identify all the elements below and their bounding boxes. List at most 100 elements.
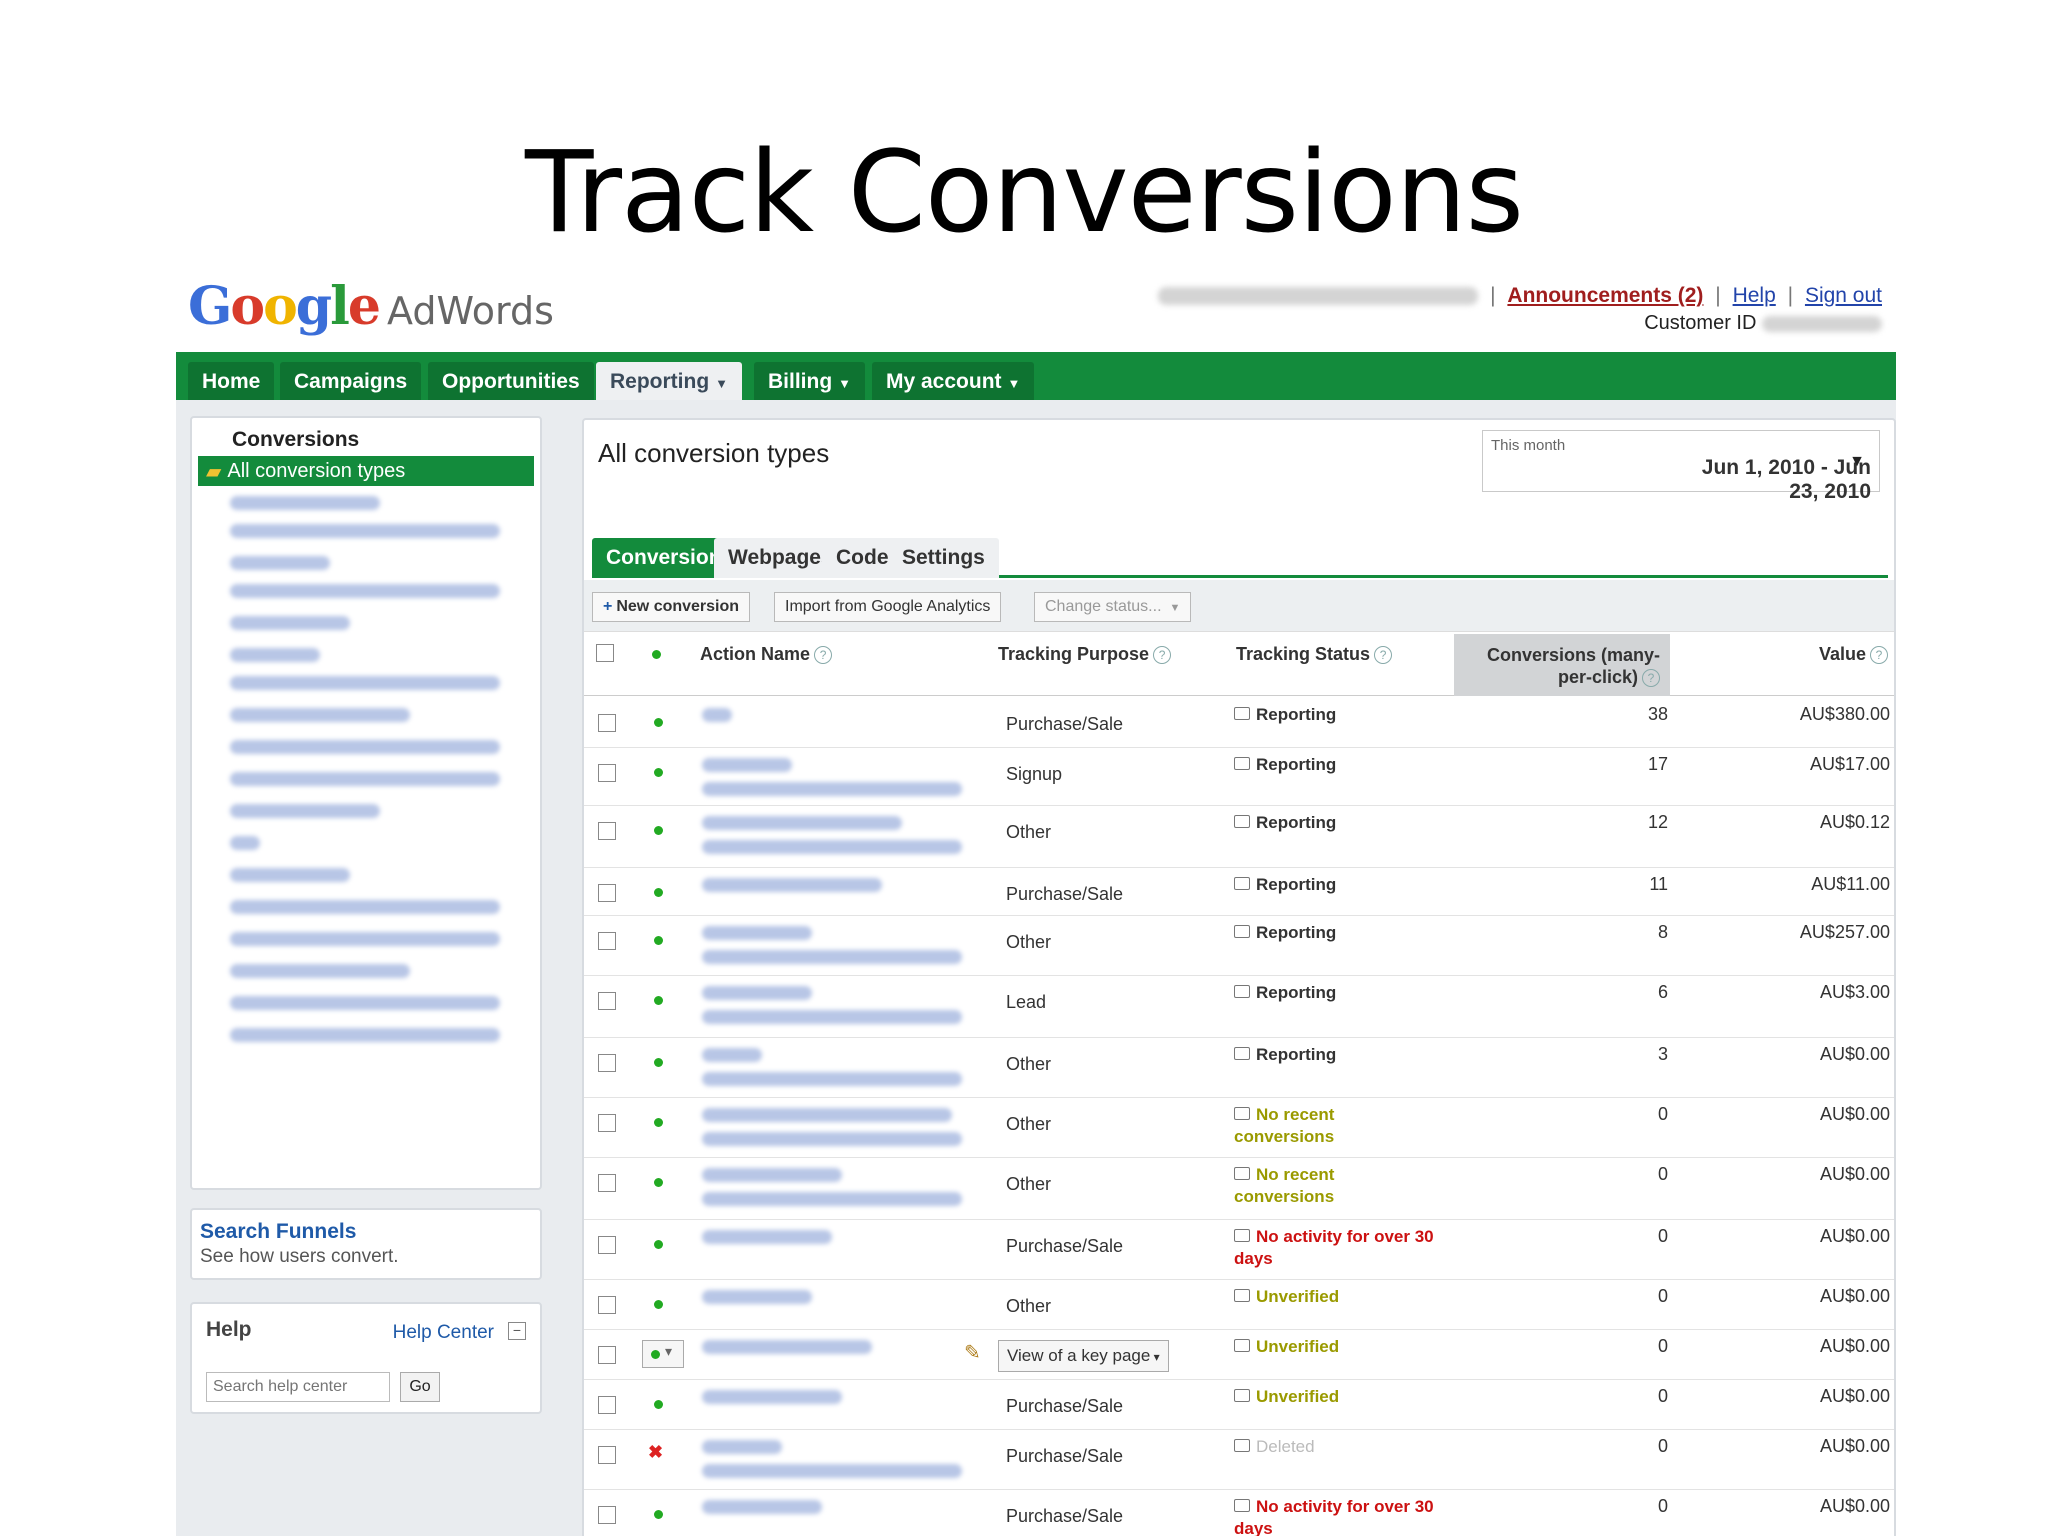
row-checkbox[interactable]: [598, 1446, 616, 1464]
nav-tab-reporting[interactable]: Reporting ▼: [596, 362, 743, 400]
nav-tab-home[interactable]: Home: [188, 362, 275, 400]
table-row[interactable]: Other Reporting 8 AU$257.00: [584, 916, 1894, 976]
action-name-redacted[interactable]: [702, 926, 812, 940]
col-action-name[interactable]: Action Name?: [700, 644, 833, 665]
tree-item-redacted[interactable]: [230, 496, 380, 510]
tree-item-redacted[interactable]: [230, 676, 500, 690]
action-name-redacted[interactable]: [702, 840, 962, 854]
status-dropdown[interactable]: ▾: [642, 1340, 684, 1368]
table-row[interactable]: ✖ Purchase/Sale Deleted 0 AU$0.00: [584, 1430, 1894, 1490]
nav-tab-my-account[interactable]: My account ▼: [872, 362, 1035, 400]
table-row[interactable]: Other Unverified 0 AU$0.00: [584, 1280, 1894, 1330]
row-checkbox[interactable]: [598, 1236, 616, 1254]
table-row[interactable]: Purchase/Sale Reporting 38 AU$380.00: [584, 698, 1894, 748]
table-row[interactable]: ▾ ✎ View of a key page ▾ Unverified 0 AU$0.00: [584, 1330, 1894, 1380]
date-range-selector[interactable]: This month Jun 1, 2010 - Jun 23, 2010 ▼: [1482, 430, 1880, 503]
tree-item-redacted[interactable]: [230, 1028, 500, 1042]
help-search-input[interactable]: [206, 1372, 390, 1402]
help-go-button[interactable]: Go: [400, 1372, 440, 1402]
google-adwords-logo[interactable]: Google AdWords: [188, 276, 554, 337]
minimize-icon[interactable]: −: [508, 1322, 526, 1340]
row-checkbox[interactable]: [598, 1174, 616, 1192]
action-name-redacted[interactable]: [702, 1072, 962, 1086]
row-checkbox[interactable]: [598, 822, 616, 840]
table-row[interactable]: Other Reporting 3 AU$0.00: [584, 1038, 1894, 1098]
help-icon[interactable]: ?: [814, 646, 833, 665]
tree-item-redacted[interactable]: [230, 932, 500, 946]
table-row[interactable]: Lead Reporting 6 AU$3.00: [584, 976, 1894, 1038]
row-checkbox[interactable]: [598, 932, 616, 950]
col-tracking-purpose[interactable]: Tracking Purpose?: [998, 644, 1172, 665]
nav-tab-billing[interactable]: Billing ▼: [754, 362, 866, 400]
tree-item-redacted[interactable]: [230, 584, 500, 598]
action-name-redacted[interactable]: [702, 1108, 952, 1122]
nav-tab-campaigns[interactable]: Campaigns: [280, 362, 422, 400]
table-row[interactable]: Signup Reporting 17 AU$17.00: [584, 748, 1894, 806]
row-checkbox[interactable]: [598, 1346, 616, 1364]
search-funnels-link[interactable]: Search Funnels: [200, 1220, 532, 1244]
row-checkbox[interactable]: [598, 884, 616, 902]
row-checkbox[interactable]: [598, 1054, 616, 1072]
action-name-redacted[interactable]: [702, 986, 812, 1000]
action-name-redacted[interactable]: [702, 1390, 842, 1404]
tree-item-redacted[interactable]: [230, 524, 500, 538]
tree-item-redacted[interactable]: [230, 868, 350, 882]
table-row[interactable]: Purchase/Sale No activity for over 30 day…: [584, 1220, 1894, 1280]
row-checkbox[interactable]: [598, 1506, 616, 1524]
col-tracking-status[interactable]: Tracking Status?: [1236, 644, 1393, 665]
tree-item-redacted[interactable]: [230, 708, 410, 722]
sign-out-link[interactable]: Sign out: [1805, 284, 1882, 307]
nav-tab-opportunities[interactable]: Opportunities: [428, 362, 594, 400]
table-row[interactable]: Purchase/Sale No activity for over 30 day…: [584, 1490, 1894, 1536]
row-checkbox[interactable]: [598, 992, 616, 1010]
import-analytics-button[interactable]: Import from Google Analytics: [774, 592, 1002, 622]
action-name-redacted[interactable]: [702, 1192, 962, 1206]
col-conversions[interactable]: Conversions (many-per-click)?: [1474, 644, 1660, 688]
tree-item-redacted[interactable]: [230, 836, 260, 850]
change-status-dropdown[interactable]: Change status... ▼: [1034, 592, 1192, 622]
tracking-purpose-select[interactable]: View of a key page ▾: [998, 1340, 1169, 1372]
tree-item-redacted[interactable]: [230, 556, 330, 570]
table-row[interactable]: Other Reporting 12 AU$0.12: [584, 806, 1894, 868]
tree-item-redacted[interactable]: [230, 996, 500, 1010]
help-center-link[interactable]: Help Center: [393, 1322, 494, 1344]
action-name-redacted[interactable]: [702, 1464, 962, 1478]
action-name-redacted[interactable]: [702, 1440, 782, 1454]
row-checkbox[interactable]: [598, 1114, 616, 1132]
tree-item-redacted[interactable]: [230, 648, 320, 662]
pencil-edit-icon[interactable]: ✎: [964, 1340, 981, 1365]
tree-item-all-conversion-types[interactable]: ▰ All conversion types: [198, 456, 534, 486]
help-link[interactable]: Help: [1733, 284, 1776, 307]
tree-item-redacted[interactable]: [230, 772, 500, 786]
table-row[interactable]: Purchase/Sale Unverified 0 AU$0.00: [584, 1380, 1894, 1430]
help-icon[interactable]: ?: [1870, 646, 1888, 665]
action-name-redacted[interactable]: [702, 878, 882, 892]
tree-item-redacted[interactable]: [230, 740, 500, 754]
action-name-redacted[interactable]: [702, 1500, 822, 1514]
action-name-redacted[interactable]: [702, 950, 962, 964]
tree-item-redacted[interactable]: [230, 616, 350, 630]
help-icon[interactable]: ?: [1642, 669, 1660, 688]
tab-settings[interactable]: Settings: [888, 538, 999, 578]
select-all-checkbox[interactable]: [596, 644, 614, 662]
tree-item-redacted[interactable]: [230, 964, 410, 978]
row-checkbox[interactable]: [598, 714, 616, 732]
announcements-link[interactable]: Announcements (2): [1507, 284, 1703, 307]
action-name-redacted[interactable]: [702, 1230, 832, 1244]
action-name-redacted[interactable]: [702, 1290, 812, 1304]
row-checkbox[interactable]: [598, 1396, 616, 1414]
table-row[interactable]: Other No recent conversions 0 AU$0.00: [584, 1098, 1894, 1158]
row-checkbox[interactable]: [598, 764, 616, 782]
row-checkbox[interactable]: [598, 1296, 616, 1314]
new-conversion-button[interactable]: + New conversion: [592, 592, 751, 622]
action-name-redacted[interactable]: [702, 816, 902, 830]
action-name-redacted[interactable]: [702, 708, 732, 722]
action-name-redacted[interactable]: [702, 1048, 762, 1062]
tree-item-redacted[interactable]: [230, 804, 380, 818]
tree-item-redacted[interactable]: [230, 900, 500, 914]
action-name-redacted[interactable]: [702, 1010, 962, 1024]
col-value[interactable]: Value?: [1819, 644, 1888, 665]
help-icon[interactable]: ?: [1374, 646, 1393, 665]
action-name-redacted[interactable]: [702, 1132, 962, 1146]
action-name-redacted[interactable]: [702, 1168, 842, 1182]
